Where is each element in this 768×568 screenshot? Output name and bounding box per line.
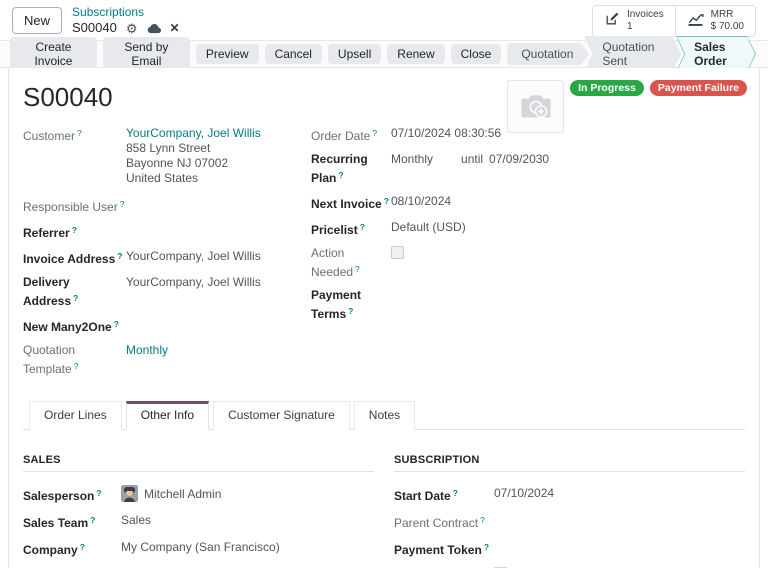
recurring-plan-value[interactable]: Monthly bbox=[391, 152, 433, 166]
status-badge-payment-failure: Payment Failure bbox=[650, 80, 747, 96]
invoice-address-value[interactable]: YourCompany, Joel Willis bbox=[126, 248, 261, 267]
customer-address-line: United States bbox=[126, 171, 261, 186]
status-badge-in-progress: In Progress bbox=[570, 80, 644, 96]
field-referrer: Referrer? bbox=[23, 222, 311, 241]
statusbar: Quotation Quotation Sent Sales Order bbox=[507, 36, 756, 72]
status-step-sales-order[interactable]: Sales Order bbox=[676, 36, 756, 72]
next-invoice-value[interactable]: 08/10/2024 bbox=[391, 193, 451, 212]
breadcrumb-current: S00040 bbox=[72, 20, 117, 36]
sales-section-title: SALES bbox=[23, 454, 374, 472]
help-marker: ? bbox=[338, 170, 343, 180]
subscription-section: SUBSCRIPTION Start Date? 07/10/2024 Pare… bbox=[394, 454, 745, 568]
until-label: until bbox=[461, 152, 483, 166]
field-responsible-user: Responsible User? bbox=[23, 196, 311, 215]
help-marker: ? bbox=[355, 264, 360, 274]
renew-button[interactable]: Renew bbox=[387, 44, 444, 64]
new-button[interactable]: New bbox=[12, 7, 62, 34]
breadcrumb-bar: New Subscriptions S00040 ⚙ ✕ Invoices 1 bbox=[0, 0, 768, 40]
chart-icon bbox=[687, 12, 704, 30]
help-marker: ? bbox=[117, 251, 122, 261]
pricelist-value[interactable]: Default (USD) bbox=[391, 219, 466, 238]
record-image-placeholder[interactable] bbox=[507, 80, 564, 133]
field-customer: Customer? YourCompany, Joel Willis 858 L… bbox=[23, 125, 311, 189]
field-salesperson: Salesperson? Mitchell Admin bbox=[23, 485, 374, 504]
field-pricelist: Pricelist? Default (USD) bbox=[311, 219, 745, 238]
notebook-tabs: Order Lines Other Info Customer Signatur… bbox=[23, 400, 745, 430]
help-marker: ? bbox=[74, 361, 79, 371]
close-button[interactable]: Close bbox=[451, 44, 502, 64]
avatar bbox=[121, 485, 138, 502]
help-marker: ? bbox=[96, 488, 101, 498]
customer-link[interactable]: YourCompany, Joel Willis bbox=[126, 126, 261, 140]
cancel-button[interactable]: Cancel bbox=[265, 44, 322, 64]
breadcrumb-parent-link[interactable]: Subscriptions bbox=[72, 5, 180, 20]
cloud-save-icon[interactable] bbox=[147, 23, 161, 34]
form-sheet: In Progress Payment Failure S00040 Custo… bbox=[8, 68, 760, 568]
salesperson-value[interactable]: Mitchell Admin bbox=[144, 487, 221, 501]
tab-other-info[interactable]: Other Info bbox=[126, 401, 209, 430]
field-parent-contract: Parent Contract? bbox=[394, 512, 745, 531]
create-invoice-button[interactable]: Create Invoice bbox=[10, 37, 97, 71]
help-marker: ? bbox=[114, 319, 119, 329]
field-company: Company? My Company (San Francisco) bbox=[23, 539, 374, 558]
field-action-needed: Action Needed? bbox=[311, 245, 745, 280]
send-by-email-button[interactable]: Send by Email bbox=[103, 37, 190, 71]
camera-icon bbox=[518, 89, 554, 124]
breadcrumb: Subscriptions S00040 ⚙ ✕ bbox=[72, 5, 180, 36]
tab-order-lines[interactable]: Order Lines bbox=[29, 401, 122, 430]
help-marker: ? bbox=[90, 515, 95, 525]
help-marker: ? bbox=[484, 542, 489, 552]
customer-address-line: 858 Lynn Street bbox=[126, 141, 261, 156]
field-quotation-template: Quotation Template? Monthly bbox=[23, 342, 311, 377]
order-date-value[interactable]: 07/10/2024 08:30:56 bbox=[391, 125, 501, 144]
stat-button-group: Invoices 1 MRR $ 70.00 bbox=[592, 5, 756, 37]
tab-notes[interactable]: Notes bbox=[354, 401, 415, 430]
upsell-button[interactable]: Upsell bbox=[328, 44, 381, 64]
until-date-value[interactable]: 07/09/2030 bbox=[489, 152, 549, 166]
customer-address-line: Bayonne NJ 07002 bbox=[126, 156, 261, 171]
invoices-stat-button[interactable]: Invoices 1 bbox=[593, 6, 675, 36]
close-icon[interactable]: ✕ bbox=[170, 22, 180, 34]
field-start-date: Start Date? 07/10/2024 bbox=[394, 485, 745, 504]
action-bar: Create Invoice Send by Email Preview Can… bbox=[0, 40, 768, 68]
field-sales-team: Sales Team? Sales bbox=[23, 512, 374, 531]
field-payment-terms: Payment Terms? bbox=[311, 287, 745, 322]
status-step-quotation[interactable]: Quotation bbox=[507, 43, 589, 65]
help-marker: ? bbox=[77, 128, 82, 138]
field-invoice-address: Invoice Address? YourCompany, Joel Willi… bbox=[23, 248, 311, 267]
help-marker: ? bbox=[360, 222, 365, 232]
field-recurring-plan: Recurring Plan? Monthlyuntil07/09/2030 bbox=[311, 151, 745, 186]
field-delivery-address: Delivery Address? YourCompany, Joel Will… bbox=[23, 274, 311, 309]
status-step-quotation-sent[interactable]: Quotation Sent bbox=[584, 36, 681, 72]
action-needed-checkbox[interactable] bbox=[391, 246, 404, 259]
help-marker: ? bbox=[480, 515, 485, 525]
help-marker: ? bbox=[80, 542, 85, 552]
subscription-section-title: SUBSCRIPTION bbox=[394, 454, 745, 472]
mrr-stat-button[interactable]: MRR $ 70.00 bbox=[675, 6, 755, 36]
company-value[interactable]: My Company (San Francisco) bbox=[121, 539, 280, 558]
help-marker: ? bbox=[72, 225, 77, 235]
help-marker: ? bbox=[372, 128, 377, 138]
field-payment-token: Payment Token? bbox=[394, 539, 745, 558]
help-marker: ? bbox=[453, 488, 458, 498]
quotation-template-link[interactable]: Monthly bbox=[126, 343, 168, 357]
tab-customer-signature[interactable]: Customer Signature bbox=[213, 401, 350, 430]
edit-icon bbox=[604, 11, 620, 30]
help-marker: ? bbox=[120, 199, 125, 209]
field-next-invoice: Next Invoice? 08/10/2024 bbox=[311, 193, 745, 212]
help-marker: ? bbox=[348, 306, 353, 316]
preview-button[interactable]: Preview bbox=[196, 44, 259, 64]
help-marker: ? bbox=[384, 196, 389, 206]
sales-team-value[interactable]: Sales bbox=[121, 512, 151, 531]
gear-icon[interactable]: ⚙ bbox=[126, 22, 138, 35]
start-date-value[interactable]: 07/10/2024 bbox=[494, 485, 554, 504]
delivery-address-value[interactable]: YourCompany, Joel Willis bbox=[126, 274, 261, 309]
sales-section: SALES Salesperson? Mitchell Admin Sales … bbox=[23, 454, 374, 568]
help-marker: ? bbox=[73, 293, 78, 303]
field-new-many2one: New Many2One? bbox=[23, 316, 311, 335]
